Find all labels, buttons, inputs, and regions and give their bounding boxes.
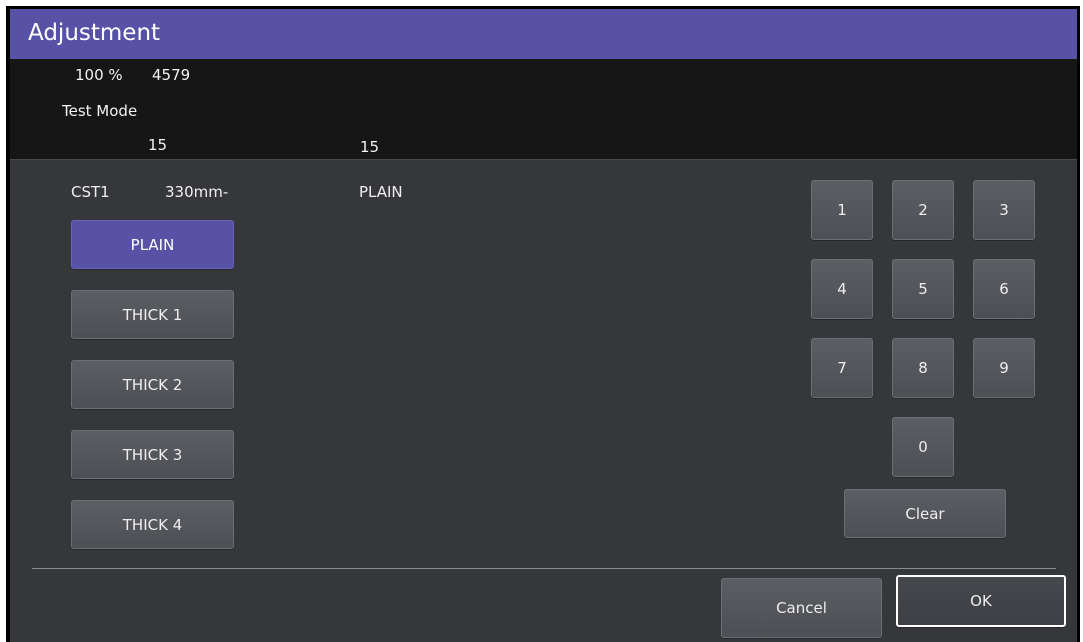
clear-button[interactable]: Clear	[844, 489, 1006, 538]
keypad-5-button[interactable]: 5	[892, 259, 954, 319]
footer-divider	[32, 568, 1056, 569]
keypad-8-button[interactable]: 8	[892, 338, 954, 398]
keypad-3-button[interactable]: 3	[973, 180, 1035, 240]
cassette-label: CST1	[71, 183, 110, 201]
value-right-readout: 15	[360, 138, 380, 156]
adjustment-window: Adjustment 100 % 4579 Test Mode 15 15 CS…	[6, 6, 1080, 642]
paper-type-thick2-button[interactable]: THICK 2	[71, 360, 234, 409]
keypad-0-button[interactable]: 0	[892, 417, 954, 477]
status-area: 100 % 4579 Test Mode 15 15	[10, 59, 1077, 160]
keypad-2-button[interactable]: 2	[892, 180, 954, 240]
counter-readout: 4579	[152, 66, 191, 84]
window-title: Adjustment	[10, 9, 1077, 59]
value-left-readout: 15	[148, 136, 168, 154]
media-type-label: PLAIN	[359, 183, 403, 201]
paper-type-thick4-button[interactable]: THICK 4	[71, 500, 234, 549]
keypad-6-button[interactable]: 6	[973, 259, 1035, 319]
keypad-9-button[interactable]: 9	[973, 338, 1035, 398]
keypad-1-button[interactable]: 1	[811, 180, 873, 240]
cancel-button[interactable]: Cancel	[721, 578, 882, 638]
keypad-4-button[interactable]: 4	[811, 259, 873, 319]
paper-type-plain-button[interactable]: PLAIN	[71, 220, 234, 269]
zoom-readout: 100 %	[75, 66, 123, 84]
paper-type-thick1-button[interactable]: THICK 1	[71, 290, 234, 339]
paper-type-thick3-button[interactable]: THICK 3	[71, 430, 234, 479]
keypad-7-button[interactable]: 7	[811, 338, 873, 398]
ok-button[interactable]: OK	[896, 575, 1066, 627]
paper-size-label: 330mm-	[165, 183, 229, 201]
mode-label: Test Mode	[62, 102, 138, 120]
